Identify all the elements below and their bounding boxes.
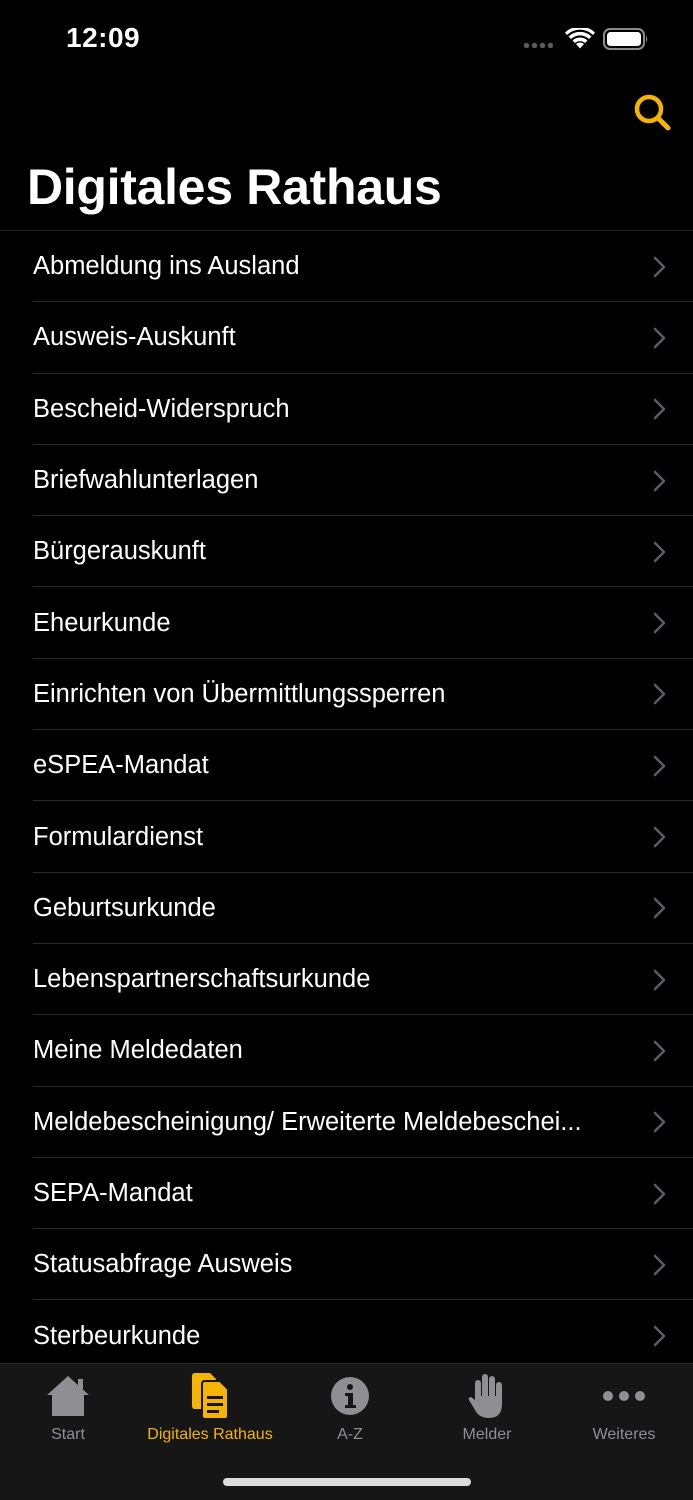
list-item[interactable]: Lebenspartnerschaftsurkunde (0, 944, 693, 1016)
home-indicator (223, 1478, 471, 1486)
chevron-right-icon (653, 755, 666, 777)
more-icon (600, 1372, 648, 1420)
list-item-label: Bürgerauskunft (33, 537, 206, 566)
tab-digitales-rathaus[interactable]: Digitales Rathaus (130, 1364, 290, 1454)
wifi-icon (565, 28, 595, 49)
list-item[interactable]: Einrichten von Übermittlungssperren (0, 659, 693, 731)
list-item[interactable]: Briefwahlunterlagen (0, 445, 693, 517)
chevron-right-icon (653, 541, 666, 563)
list-item-label: Meldebescheinigung/ Erweiterte Meldebesc… (33, 1107, 582, 1136)
chevron-right-icon (653, 1325, 666, 1347)
list-item[interactable]: Meine Meldedaten (0, 1015, 693, 1087)
tab-label: Digitales Rathaus (147, 1426, 273, 1443)
home-icon (44, 1372, 92, 1420)
chevron-right-icon (653, 612, 666, 634)
chevron-right-icon (653, 398, 666, 420)
chevron-right-icon (653, 684, 666, 705)
info-icon (326, 1372, 374, 1420)
chevron-right-icon (653, 1183, 666, 1204)
list-item-label: Statusabfrage Ausweis (33, 1250, 293, 1279)
tab-label: Weiteres (592, 1426, 656, 1443)
status-time: 12:09 (66, 22, 141, 53)
chevron-right-icon (653, 256, 666, 277)
search-icon (634, 94, 671, 131)
cellular-signal-icon (524, 40, 556, 48)
battery-icon (603, 28, 648, 50)
tab-a-z[interactable]: A-Z (270, 1364, 430, 1454)
tab-label: A-Z (337, 1426, 363, 1443)
list-item-label: eSPEA-Mandat (33, 751, 209, 780)
list-item[interactable]: Abmeldung ins Ausland (0, 231, 693, 303)
tab-melder[interactable]: Melder (407, 1364, 567, 1454)
tab-weiteres[interactable]: Weiteres (544, 1364, 693, 1454)
list-item[interactable]: Eheurkunde (0, 587, 693, 660)
screen: 12:09 Digitales Rathaus Abmeldung ins Au… (0, 0, 693, 1500)
list-item-label: Abmeldung ins Ausland (33, 252, 300, 281)
list-item[interactable]: Geburtsurkunde (0, 873, 693, 945)
list-item-label: Einrichten von Übermittlungssperren (33, 679, 446, 708)
page-title: Digitales Rathaus (27, 159, 442, 215)
list-item[interactable]: Bescheid-Widerspruch (0, 374, 693, 446)
list-item-label: Sterbeurkunde (33, 1321, 201, 1350)
list-item-label: Lebenspartnerschaftsurkunde (33, 965, 371, 994)
list-item-label: Meine Meldedaten (33, 1036, 243, 1065)
list-item[interactable]: Bürgerauskunft (0, 516, 693, 588)
list-item-label: Ausweis-Auskunft (33, 323, 236, 352)
chevron-right-icon (653, 1111, 666, 1133)
list-item[interactable]: SEPA-Mandat (0, 1158, 693, 1230)
chevron-right-icon (653, 1040, 666, 1062)
list-item[interactable]: Meldebescheinigung/ Erweiterte Meldebesc… (0, 1087, 693, 1159)
list-item-label: Briefwahlunterlagen (33, 466, 259, 495)
list-item[interactable]: eSPEA-Mandat (0, 730, 693, 802)
hand-icon (463, 1372, 511, 1420)
chevron-right-icon (653, 470, 666, 491)
list-item[interactable]: Ausweis-Auskunft (0, 302, 693, 374)
status-bar: 12:09 (0, 0, 693, 80)
tab-label: Melder (462, 1426, 512, 1443)
list-item-label: Eheurkunde (33, 608, 171, 637)
list-item-label: SEPA-Mandat (33, 1179, 193, 1207)
list-item[interactable]: Formulardienst (0, 801, 693, 873)
chevron-right-icon (653, 898, 666, 919)
chevron-right-icon (653, 1254, 666, 1276)
list-item-label: Geburtsurkunde (33, 893, 216, 922)
list-item-label: Formulardienst (33, 822, 204, 851)
chevron-right-icon (653, 327, 666, 349)
documents-icon (186, 1372, 234, 1420)
chevron-right-icon (653, 969, 666, 990)
chevron-right-icon (653, 826, 666, 848)
tab-start[interactable]: Start (0, 1364, 148, 1454)
list-item[interactable]: Statusabfrage Ausweis (0, 1229, 693, 1301)
tab-label: Start (51, 1426, 85, 1443)
services-list: Abmeldung ins Ausland Ausweis-Auskunft Bes… (0, 230, 693, 1363)
list-item-label: Bescheid-Widerspruch (33, 394, 290, 423)
search-button[interactable] (630, 90, 674, 134)
list-item[interactable]: Sterbeurkunde (0, 1300, 693, 1363)
